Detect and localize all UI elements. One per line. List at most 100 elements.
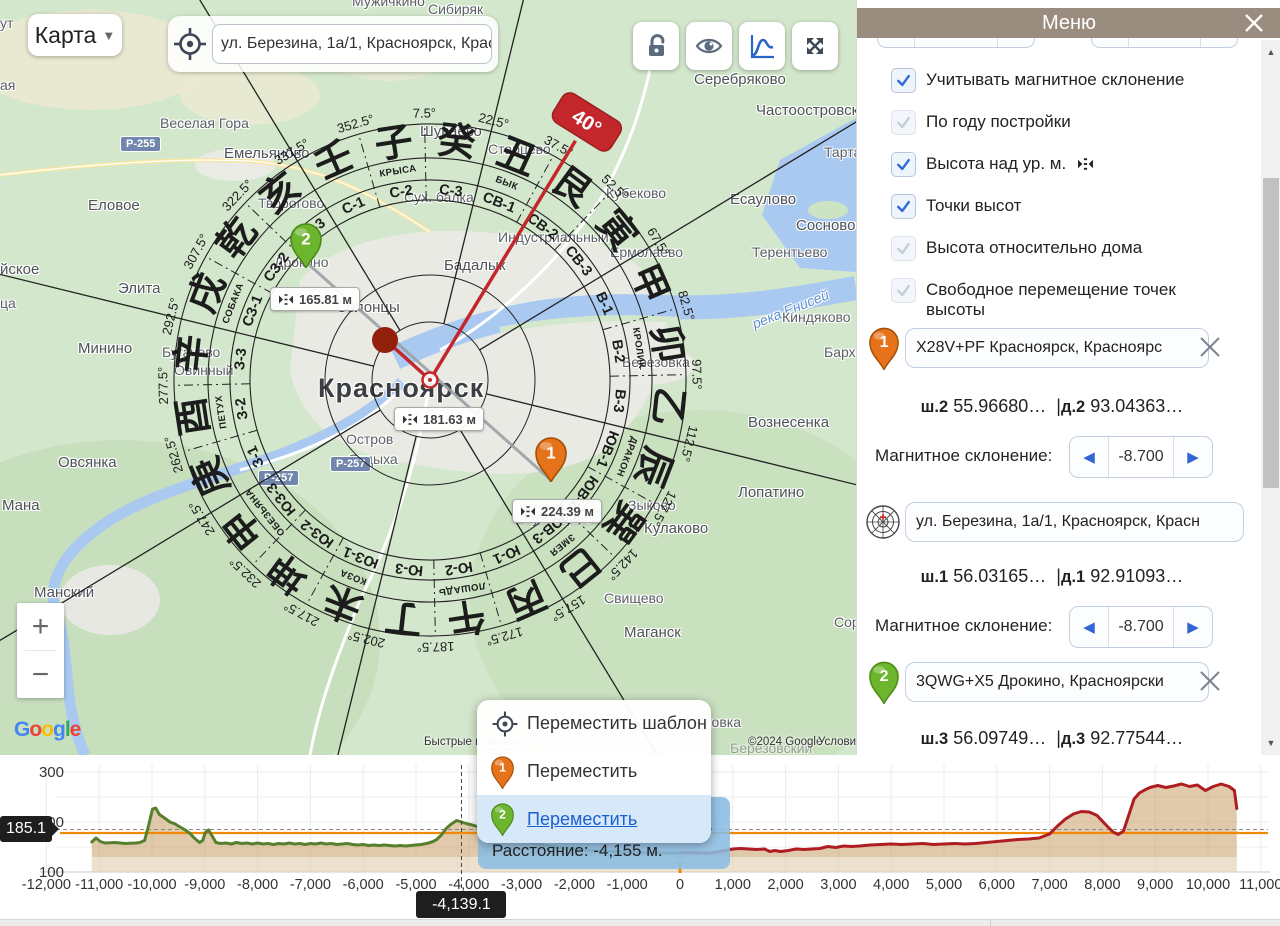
map-dynamic-layer: 165.81 м 181.63 м 224.39 м 1 2: [0, 0, 856, 755]
checkbox-label: Высота над ур. м.: [926, 152, 1094, 174]
x-tick-label: -9,000: [184, 877, 225, 893]
panel-header: Меню: [857, 8, 1280, 38]
address-search-input[interactable]: ул. Березина, 1а/1, Красноярск, Краснояр: [212, 24, 492, 64]
panel-title: Меню: [1042, 12, 1096, 35]
lat-value: 56.03165…: [953, 566, 1046, 586]
template-address-input[interactable]: ул. Березина, 1а/1, Красноярск, Красн: [905, 502, 1244, 542]
y-tick-label: 300: [39, 764, 64, 781]
map-type-dropdown[interactable]: Карта ▼: [28, 14, 122, 56]
profile-curve-icon: [747, 31, 777, 61]
template-row: ул. Березина, 1а/1, Красноярск, Красн: [857, 502, 1261, 548]
lat-label: ш.3: [921, 730, 949, 748]
increase-declination-button[interactable]: ▶: [1174, 607, 1212, 647]
elevation-profile-button[interactable]: [739, 22, 785, 70]
lock-button[interactable]: [633, 22, 679, 70]
chevron-down-icon: ▼: [102, 28, 115, 43]
open-lock-icon: [641, 31, 671, 61]
decrease-declination-button[interactable]: ◀: [1070, 437, 1108, 477]
scroll-down-arrow[interactable]: ▼: [1261, 735, 1280, 751]
lat-value: 56.09749…: [953, 728, 1046, 748]
lon-label: д.1: [1061, 568, 1085, 586]
google-logo: Google: [14, 718, 80, 742]
checkbox-label: Свободное перемещение точек высоты: [926, 278, 1206, 321]
decrease-declination-button[interactable]: ◀: [1070, 607, 1108, 647]
x-tick-label: 2,000: [767, 877, 803, 893]
menu-item-move-template[interactable]: Переместить шаблон: [477, 700, 711, 748]
elevation-point-tag[interactable]: 181.63 м: [394, 407, 484, 431]
panel-scrollbar[interactable]: ▲ ▼: [1261, 40, 1280, 755]
checkbox-label: Высота относительно дома: [926, 236, 1142, 258]
scroll-up-arrow[interactable]: ▲: [1261, 44, 1280, 60]
checkbox-row[interactable]: Свободное перемещение точек высоты: [891, 278, 1221, 321]
map-canvas[interactable]: МужичкиноСибирякутаяСеребряковоЧастоостр…: [0, 0, 856, 755]
declination-label: Магнитное склонение:: [875, 446, 1052, 466]
checkbox[interactable]: [891, 278, 916, 303]
lon-value: 93.04363…: [1090, 396, 1183, 416]
menu-item-move-point2[interactable]: 2 Переместить: [477, 795, 711, 843]
remove-point2-icon[interactable]: [1197, 668, 1223, 694]
x-tick-label: 1,000: [715, 877, 751, 893]
checkbox-row[interactable]: Точки высот: [891, 194, 1221, 219]
checkbox-row[interactable]: Высота относительно дома: [891, 236, 1221, 261]
terms-link[interactable]: Условия: [818, 736, 856, 748]
pin-1-icon: 1: [869, 326, 899, 375]
x-tick-label: -2,000: [554, 877, 595, 893]
checkbox-row[interactable]: Высота над ур. м.: [891, 152, 1221, 177]
point1-row: 1 X28V+PF Красноярск, Красноярс: [857, 328, 1261, 374]
zoom-in-button[interactable]: +: [17, 603, 64, 650]
elevation-cursor-tooltip: 185.1: [0, 816, 52, 842]
context-menu: Переместить шаблон 1 Переместить 2 Перем…: [477, 700, 711, 843]
svg-text:1: 1: [880, 334, 889, 351]
declination-value[interactable]: -8.700: [1108, 437, 1174, 477]
svg-text:1: 1: [499, 760, 506, 774]
x-tick-label: 10,000: [1186, 877, 1230, 893]
bottom-bar: [0, 919, 1280, 926]
checkbox[interactable]: [891, 152, 916, 177]
declination1-row: Магнитное склонение: ◀ -8.700 ▶: [857, 436, 1261, 478]
declination2-spinner: ◀ -8.700 ▶: [1069, 606, 1213, 648]
settings-checkbox-list: Учитывать магнитное склонение По году пос…: [891, 68, 1221, 338]
x-tick-label: 11,000: [1239, 877, 1280, 893]
elevation-value: 185.1: [6, 820, 46, 838]
increase-declination-button[interactable]: ▶: [1174, 437, 1212, 477]
x-tick-label: 9,000: [1137, 877, 1173, 893]
elevation-point-tag[interactable]: 165.81 м: [270, 287, 360, 311]
search-container: ул. Березина, 1а/1, Красноярск, Краснояр: [168, 16, 498, 72]
checkbox[interactable]: [891, 110, 916, 135]
x-tick-label: -8,000: [237, 877, 278, 893]
x-tick-label: -11,000: [75, 877, 123, 893]
checkbox-label: Учитывать магнитное склонение: [926, 68, 1184, 90]
zoom-out-button[interactable]: −: [17, 651, 64, 698]
map-marker-1[interactable]: 1: [535, 436, 567, 482]
checkbox[interactable]: [891, 194, 916, 219]
menu-item-move-point1[interactable]: 1 Переместить: [477, 748, 711, 796]
remove-point1-icon[interactable]: [1197, 334, 1223, 360]
fullscreen-button[interactable]: [792, 22, 838, 70]
x-tick-label: 0: [676, 877, 684, 893]
scrollbar-thumb[interactable]: [1263, 178, 1279, 488]
x-tick-label: -1,000: [607, 877, 648, 893]
crosshair-icon: [172, 26, 208, 62]
x-tick-label: 7,000: [1031, 877, 1067, 893]
checkbox[interactable]: [891, 236, 916, 261]
x-tick-label: -10,000: [127, 877, 176, 893]
map-marker-2[interactable]: 2: [290, 222, 322, 268]
svg-text:2: 2: [301, 230, 310, 249]
distance-value: -4,139.1: [432, 896, 491, 914]
elevation-point-tag[interactable]: 224.39 м: [512, 499, 602, 523]
point2-address-input[interactable]: 3QWG+X5 Дрокино, Красноярски: [905, 662, 1209, 702]
checkbox[interactable]: [891, 68, 916, 93]
locate-target-button[interactable]: [168, 26, 212, 62]
visibility-button[interactable]: [686, 22, 732, 70]
x-tick-label: 8,000: [1084, 877, 1120, 893]
luopan-icon: [863, 502, 903, 542]
declination-value[interactable]: -8.700: [1108, 607, 1174, 647]
checkbox-row[interactable]: Учитывать магнитное склонение: [891, 68, 1221, 93]
x-tick-label: 6,000: [979, 877, 1015, 893]
checkbox-row[interactable]: По году постройки: [891, 110, 1221, 135]
menu-panel: Меню Учитывать магнитное склонение По год…: [856, 0, 1280, 755]
lat-label: ш.1: [921, 568, 949, 586]
close-icon[interactable]: [1241, 10, 1267, 36]
point1-address-input[interactable]: X28V+PF Красноярск, Красноярс: [905, 328, 1209, 368]
x-tick-label: 3,000: [820, 877, 856, 893]
